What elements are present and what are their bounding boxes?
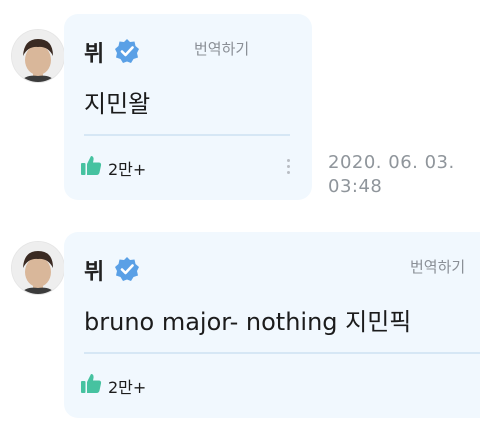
comment-thread: 뷔 번역하기 지민왈 2만+ 2020. 06. 03. 03:48 뷔 번역하… <box>0 0 480 428</box>
avatar-photo <box>12 242 64 294</box>
comment-bubble: 뷔 번역하기 지민왈 2만+ <box>64 14 312 200</box>
thumbs-up-icon[interactable] <box>80 372 102 394</box>
comment-bubble: 뷔 번역하기 bruno major- nothing 지민픽 2만+ <box>64 232 480 418</box>
timestamp-date: 2020. 06. 03. <box>328 152 455 173</box>
like-count: 2만+ <box>108 160 147 179</box>
thumbs-up-icon[interactable] <box>80 154 102 176</box>
author-name[interactable]: 뷔 <box>84 254 104 286</box>
divider <box>84 352 480 354</box>
avatar-photo <box>12 30 64 82</box>
author-name[interactable]: 뷔 <box>84 36 104 68</box>
verified-badge-icon <box>115 257 139 281</box>
verified-badge-icon <box>115 39 139 63</box>
timestamp-time: 03:48 <box>328 176 383 197</box>
avatar[interactable] <box>12 242 64 294</box>
translate-button[interactable]: 번역하기 <box>194 38 249 59</box>
like-count: 2만+ <box>108 378 147 397</box>
timestamp: 2020. 06. 03. 03:48 <box>328 151 455 199</box>
avatar[interactable] <box>12 30 64 82</box>
comment-text: bruno major- nothing 지민픽 <box>84 308 412 336</box>
divider <box>84 134 290 136</box>
translate-button[interactable]: 번역하기 <box>410 256 465 277</box>
comment-text: 지민왈 <box>84 90 151 118</box>
more-vertical-icon[interactable] <box>285 157 291 177</box>
